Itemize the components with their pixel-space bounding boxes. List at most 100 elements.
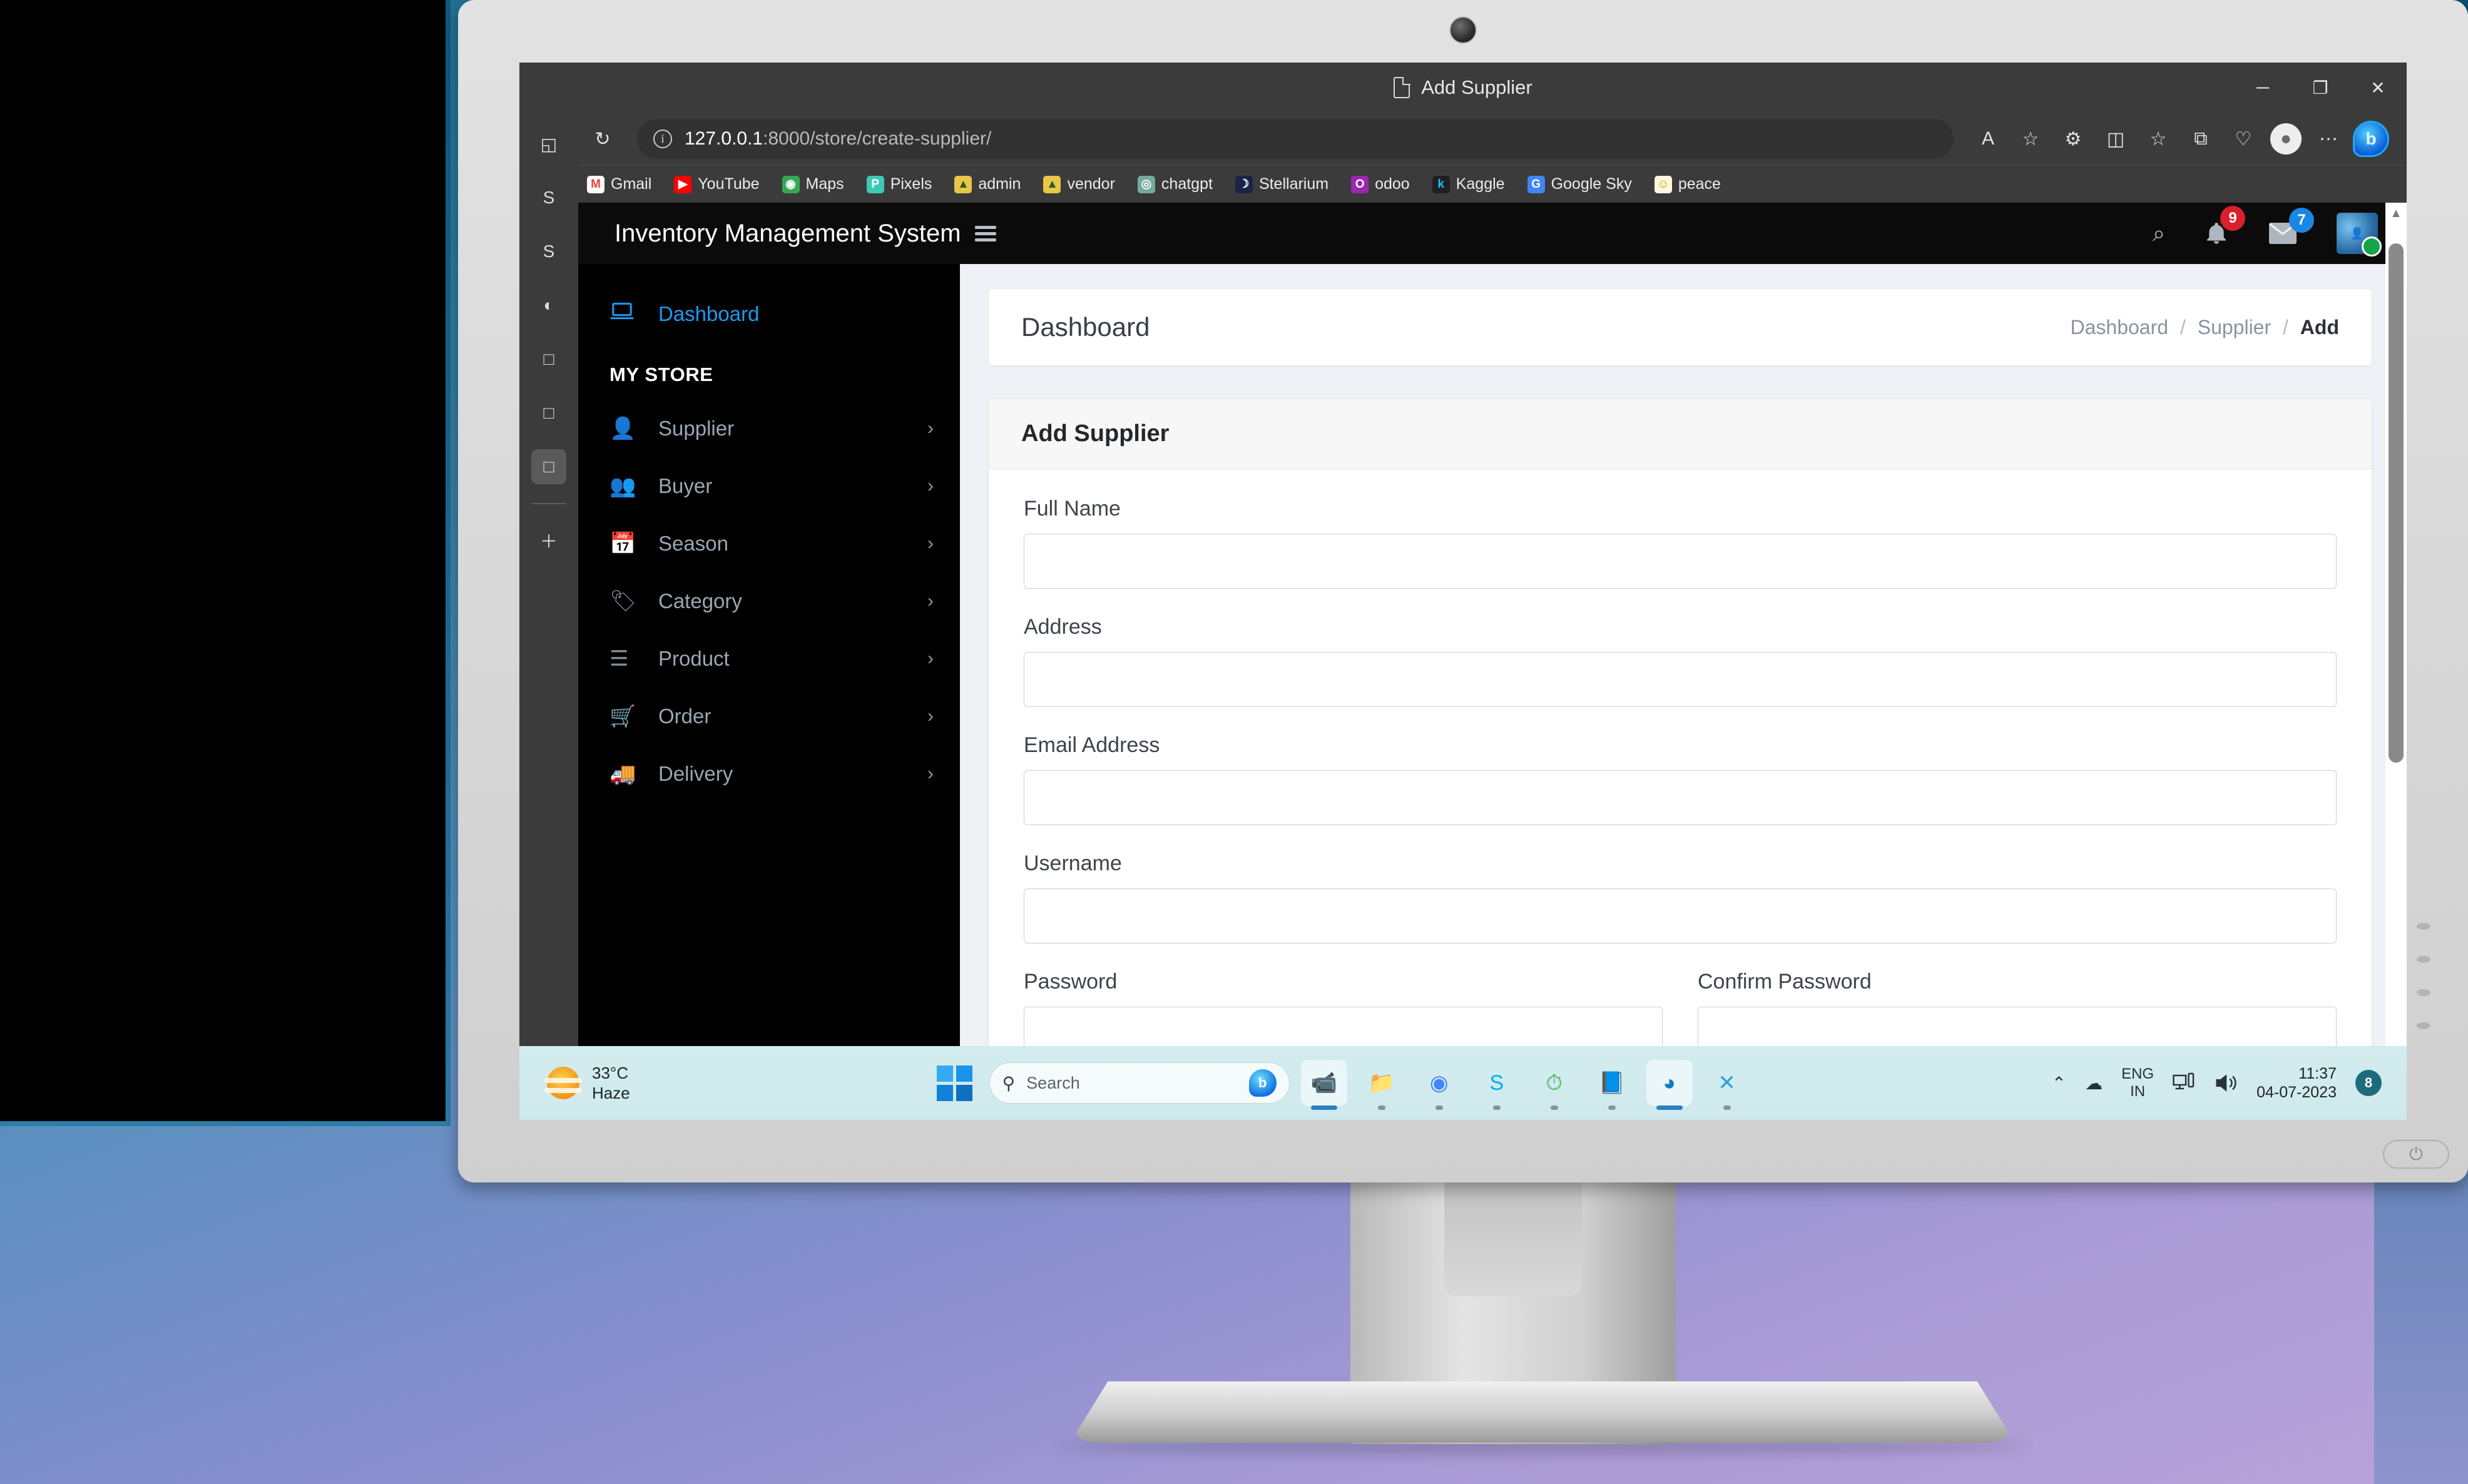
vscode-icon[interactable]: ✕ (1704, 1060, 1750, 1110)
bing-chat-button[interactable]: b (2352, 119, 2390, 158)
bookmark-odoo[interactable]: Oodoo (1342, 171, 1419, 197)
bookmark-google-sky[interactable]: G Google Sky (1519, 171, 1641, 197)
add-tab-group-icon[interactable]: ⧉ (2181, 119, 2220, 158)
bookmark-vendor[interactable]: ▲ vendor (1034, 171, 1123, 197)
bookmark-favicon: ☽ (1235, 175, 1253, 193)
language-indicator[interactable]: ENG IN (2121, 1065, 2154, 1100)
sidebar-section-title: MY STORE (609, 363, 713, 385)
bookmark-maps[interactable]: ◉ Maps (773, 171, 853, 197)
notifications-badge: 9 (2220, 206, 2245, 231)
skype-tab-inactive-icon[interactable]: S (531, 180, 566, 215)
sidebar-item-order[interactable]: 🛒 Order › (578, 688, 960, 745)
taskbar-clock[interactable]: 11:37 04-07-2023 (2256, 1064, 2337, 1102)
scrollbar-thumb[interactable] (2389, 243, 2404, 763)
running-indicator (1377, 1105, 1385, 1110)
page-tab-icon-1[interactable]: □ (531, 342, 566, 377)
bookmark-favicon: ◉ (782, 175, 800, 193)
monitor-frame: ⏻ Add Supplier ─ ❐ ✕ ← ↻ i (458, 0, 2468, 1182)
sidebar-item-product[interactable]: ☰ Product › (578, 630, 960, 688)
breadcrumb-root[interactable]: Dashboard (2071, 316, 2169, 338)
new-tab-icon[interactable]: ＋ (531, 523, 566, 558)
sidebar-item-label: Order (658, 704, 711, 728)
edge-browser-window: Add Supplier ─ ❐ ✕ ← ↻ i 127.0.0.1:8000/… (519, 63, 2407, 1120)
page-tab-icon-2[interactable]: □ (531, 395, 566, 430)
chevron-right-icon: › (927, 763, 934, 784)
sidebar-item-supplier[interactable]: 👤 Supplier › (578, 400, 960, 457)
notifications-bell-icon[interactable]: 9 (2204, 206, 2245, 247)
skype-icon[interactable]: S (1474, 1060, 1520, 1110)
monitor-power-button[interactable]: ⏻ (2383, 1140, 2449, 1169)
app-title: Inventory Management System (614, 219, 961, 247)
active-tab[interactable]: Add Supplier (1394, 76, 1532, 99)
clock-icon[interactable]: ⏱ (1531, 1060, 1578, 1110)
bookmark-chatgpt[interactable]: ◎ chatgpt (1129, 171, 1221, 197)
scrollbar-track[interactable] (2385, 225, 2407, 1098)
bookmark-peace[interactable]: ☺ peace (1646, 171, 1730, 197)
bookmark-favicon: ▶ (674, 175, 692, 193)
scroll-up-arrow[interactable]: ▲ (2390, 203, 2402, 225)
sidebar-item-buyer[interactable]: 👥 Buyer › (578, 457, 960, 515)
reload-button[interactable]: ↻ (583, 119, 622, 158)
taskbar-search[interactable]: ⚲ Search b (989, 1062, 1290, 1104)
email-input[interactable] (1024, 770, 2337, 825)
bookmark-favicon: ◎ (1137, 175, 1155, 193)
bookmark-stellarium[interactable]: ☽ Stellarium (1226, 171, 1337, 197)
collections-icon[interactable]: ☆ (2139, 119, 2178, 158)
sidebar-item-delivery[interactable]: 🚚 Delivery › (578, 745, 960, 803)
menu-toggle-icon[interactable] (974, 225, 996, 241)
full-name-input[interactable] (1024, 534, 2337, 589)
start-button[interactable] (932, 1060, 978, 1106)
address-input[interactable] (1024, 652, 2337, 707)
tab-list-icon[interactable]: ◱ (531, 126, 566, 161)
teams-icon[interactable]: 📹 (1300, 1060, 1347, 1110)
settings-more-icon[interactable]: ⋯ (2309, 119, 2348, 158)
browser-essentials-icon[interactable]: ♡ (2224, 119, 2263, 158)
skype-tab-icon[interactable]: S (531, 234, 566, 269)
bookmark-label: Kaggle (1456, 175, 1505, 193)
notepad-icon[interactable]: 📘 (1589, 1060, 1635, 1110)
tray-overflow-icon[interactable]: ⌃ (2052, 1073, 2066, 1094)
tab-title-label: Add Supplier (1421, 76, 1532, 98)
favorite-star-icon[interactable]: ☆ (2011, 119, 2050, 158)
product-icon: ☰ (609, 647, 629, 671)
chrome-icon[interactable]: ◉ (1416, 1060, 1462, 1110)
site-info-icon[interactable]: i (653, 130, 672, 148)
stellarium-tab-icon[interactable]: ◐ (531, 288, 566, 323)
maximize-button[interactable]: ❐ (2292, 63, 2349, 113)
bing-icon: b (2353, 121, 2389, 157)
avatar[interactable]: 👤 (2337, 213, 2382, 257)
address-bar[interactable]: i 127.0.0.1:8000/store/create-supplier/ (637, 119, 1954, 159)
bing-icon[interactable]: b (1248, 1069, 1277, 1097)
page-scrollbar[interactable]: ▲ ▼ (2385, 203, 2407, 1120)
edge-icon[interactable]: ◕ (1646, 1060, 1693, 1110)
label-full-name: Full Name (1024, 497, 1121, 521)
bookmark-youtube[interactable]: ▶ YouTube (665, 171, 768, 197)
network-icon[interactable] (2173, 1072, 2195, 1094)
sidebar-item-dashboard[interactable]: Dashboard (578, 285, 960, 342)
bookmark-admin[interactable]: ▲ admin (946, 171, 1029, 197)
split-screen-icon[interactable]: ◫ (2096, 119, 2135, 158)
file-explorer-icon[interactable]: 📁 (1359, 1060, 1405, 1110)
volume-icon[interactable] (2214, 1073, 2238, 1093)
read-aloud-icon[interactable]: A (1969, 119, 2007, 158)
minimize-button[interactable]: ─ (2234, 63, 2292, 113)
weather-widget[interactable]: 33°C Haze (526, 1063, 630, 1104)
messages-mail-icon[interactable]: 7 (2268, 208, 2314, 245)
running-indicator (1550, 1105, 1558, 1110)
extensions-icon[interactable]: ⚙ (2054, 119, 2093, 158)
bookmark-gmail[interactable]: M Gmail (578, 171, 660, 197)
page-tab-icon-3[interactable]: □ (531, 449, 566, 484)
monitor-bezel-buttons[interactable] (2417, 923, 2430, 1055)
bookmark-favicon: P (866, 175, 884, 193)
sidebar-item-season[interactable]: 📅 Season › (578, 515, 960, 572)
bookmark-pixels[interactable]: P Pixels (858, 171, 941, 197)
breadcrumb-middle[interactable]: Supplier (2198, 316, 2271, 338)
onedrive-icon[interactable]: ☁ (2085, 1073, 2103, 1094)
notification-center-badge[interactable]: 8 (2355, 1070, 2382, 1096)
sidebar-item-category[interactable]: 🏷 Category › (578, 572, 960, 630)
close-button[interactable]: ✕ (2349, 63, 2407, 113)
username-input[interactable] (1024, 888, 2337, 943)
bookmark-kaggle[interactable]: k Kaggle (1424, 171, 1514, 197)
search-icon[interactable]: ⌕ (2153, 220, 2165, 247)
profile-button[interactable]: ● (2267, 119, 2305, 158)
